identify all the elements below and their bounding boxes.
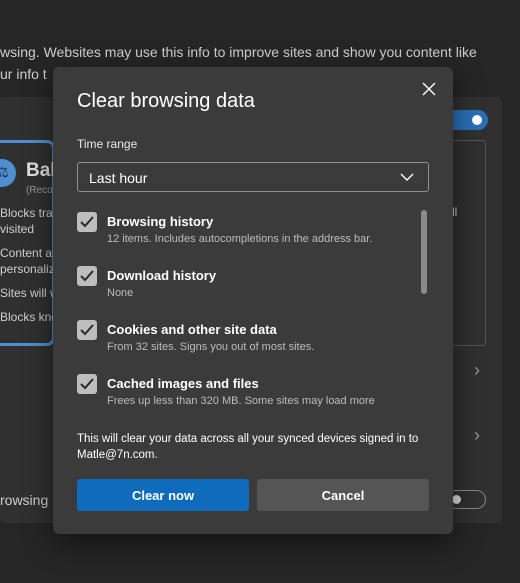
option-title: Cached images and files: [107, 376, 259, 391]
cancel-button[interactable]: Cancel: [257, 479, 429, 511]
chevron-right-icon[interactable]: ›: [474, 425, 480, 446]
balanced-bullet: visited: [0, 222, 35, 236]
balanced-bullet: Content an: [0, 246, 59, 260]
tracking-description-cont: ur info t: [0, 66, 47, 82]
option-description: 12 items. Includes autocompletions in th…: [107, 233, 373, 245]
browsing-history-checkbox[interactable]: [77, 212, 97, 232]
option-title: Download history: [107, 268, 217, 283]
balanced-bullet: personaliz: [0, 262, 55, 276]
option-title: Browsing history: [107, 214, 214, 229]
clear-browsing-data-dialog: Clear browsing data Time range Last hour…: [53, 67, 453, 534]
checkmark-icon: [80, 378, 94, 390]
dialog-title: Clear browsing data: [77, 90, 255, 112]
time-range-select[interactable]: Last hour: [77, 162, 429, 192]
cookies-checkbox[interactable]: [77, 320, 97, 340]
balanced-bullet: Sites will w: [0, 286, 59, 300]
close-icon: [422, 82, 436, 96]
tracking-description: wsing. Websites may use this info to imp…: [0, 44, 477, 60]
balanced-subtitle: (Reco: [26, 185, 53, 196]
time-range-label: Time range: [77, 137, 138, 151]
data-type-list: Browsing history 12 items. Includes auto…: [77, 207, 417, 413]
close-button[interactable]: [417, 77, 441, 101]
option-download-history[interactable]: Download history None: [77, 261, 417, 311]
balanced-bullet: Blocks trac: [0, 206, 59, 220]
sync-note: This will clear your data across all you…: [77, 433, 419, 461]
inprivate-setting-label: rowsing l: [0, 492, 56, 508]
checkmark-icon: [80, 216, 94, 228]
chevron-down-icon: [400, 173, 414, 181]
balanced-title: Bal: [26, 160, 56, 181]
checkmark-icon: [80, 270, 94, 282]
download-history-checkbox[interactable]: [77, 266, 97, 286]
cached-images-checkbox[interactable]: [77, 374, 97, 394]
balance-scale-icon: ⚖: [0, 159, 16, 187]
option-description: From 32 sites. Signs you out of most sit…: [107, 341, 315, 353]
chevron-right-icon[interactable]: ›: [474, 360, 480, 381]
checkmark-icon: [80, 324, 94, 336]
option-cached-images[interactable]: Cached images and files Frees up less th…: [77, 369, 417, 413]
option-cookies[interactable]: Cookies and other site data From 32 site…: [77, 315, 417, 365]
list-scrollbar[interactable]: [421, 210, 427, 294]
option-title: Cookies and other site data: [107, 322, 277, 337]
option-browsing-history[interactable]: Browsing history 12 items. Includes auto…: [77, 207, 417, 257]
time-range-value: Last hour: [89, 170, 148, 186]
option-description: None: [107, 287, 134, 299]
option-description: Frees up less than 320 MB. Some sites ma…: [107, 395, 375, 407]
balanced-bullet: Blocks kno: [0, 310, 59, 324]
clear-now-button[interactable]: Clear now: [77, 479, 249, 511]
